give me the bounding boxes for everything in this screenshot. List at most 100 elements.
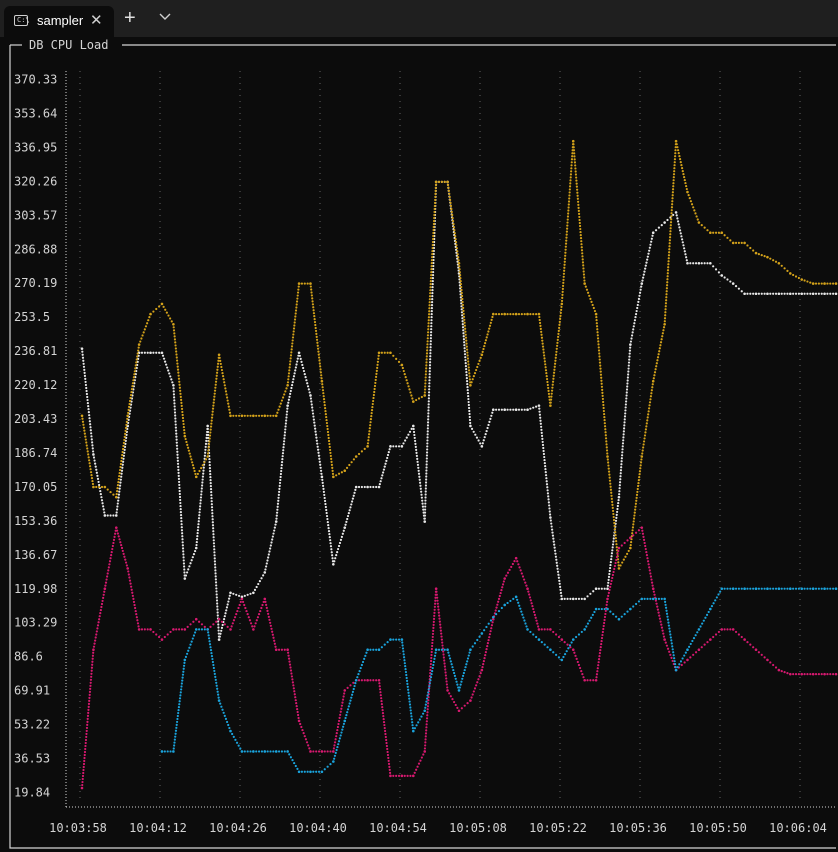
line-dot: [176, 362, 179, 365]
line-dot: [426, 445, 429, 448]
line-dot: [212, 536, 215, 539]
line-dot: [553, 543, 556, 546]
line-dot: [453, 674, 457, 677]
line-dot: [129, 582, 132, 585]
line-dot: [179, 507, 182, 511]
line-dot: [308, 747, 311, 750]
line-dot: [556, 341, 559, 344]
line-dot: [425, 355, 428, 358]
line-dot: [607, 591, 610, 594]
data-point: [377, 351, 381, 355]
new-tab-button[interactable]: +: [124, 6, 136, 30]
line-dot: [660, 597, 663, 600]
line-dot: [173, 338, 177, 341]
line-dot: [134, 606, 137, 610]
line-dot: [568, 185, 572, 188]
line-dot: [118, 538, 121, 541]
line-dot: [734, 630, 738, 634]
y-tick-label: 86.6: [14, 650, 43, 664]
line-dot: [397, 360, 401, 364]
line-dot: [212, 663, 215, 667]
chevron-down-icon[interactable]: [157, 9, 173, 25]
close-tab-button[interactable]: ✕: [90, 11, 103, 29]
line-dot: [774, 587, 778, 590]
line-dot: [128, 402, 131, 406]
line-dot: [829, 282, 832, 285]
line-dot: [660, 224, 663, 227]
line-dot: [794, 673, 798, 676]
line-dot: [83, 756, 86, 760]
line-dot: [350, 503, 353, 506]
line-dot: [649, 575, 653, 578]
line-dot: [402, 653, 405, 656]
line-dot: [172, 329, 176, 332]
line-dot: [200, 484, 204, 487]
line-dot: [616, 504, 619, 508]
line-dot: [595, 673, 599, 676]
line-dot: [546, 646, 549, 649]
line-dot: [597, 661, 600, 664]
line-dot: [86, 717, 89, 720]
data-point: [194, 475, 198, 479]
line-dot: [426, 708, 429, 711]
line-dot: [384, 735, 387, 739]
data-point: [297, 770, 301, 774]
line-dot: [484, 654, 487, 657]
line-dot: [723, 276, 726, 279]
data-point: [571, 139, 575, 143]
line-dot: [411, 724, 414, 727]
line-dot: [487, 622, 490, 625]
line-dot: [662, 329, 665, 332]
line-dot: [605, 600, 609, 603]
line-dot: [358, 669, 361, 673]
line-dot: [639, 467, 642, 470]
line-dot: [215, 587, 218, 590]
line-dot: [426, 421, 430, 424]
line-dot: [627, 373, 630, 376]
line-dot: [467, 403, 470, 407]
line-dot: [639, 288, 642, 291]
line-dot: [431, 298, 434, 301]
line-dot: [306, 385, 310, 388]
line-dot: [427, 394, 431, 397]
line-dot: [543, 628, 546, 631]
line-dot: [569, 173, 573, 176]
line-dot: [410, 718, 413, 721]
line-dot: [464, 333, 467, 336]
line-dot: [633, 319, 637, 322]
line-dot: [211, 521, 214, 524]
line-dot: [91, 657, 94, 660]
line-dot: [683, 178, 686, 182]
line-dot: [280, 399, 284, 402]
line-dot: [382, 717, 385, 721]
line-dot: [703, 262, 706, 265]
line-dot: [586, 291, 590, 294]
line-dot: [211, 410, 214, 413]
line-dot: [117, 477, 120, 481]
line-dot: [178, 486, 181, 490]
terminal-pane[interactable]: DB CPU Load 370.33 353.64 336.95 320.26 303.…: [0, 37, 838, 852]
line-dot: [600, 639, 603, 643]
data-point: [172, 628, 175, 631]
line-dot: [462, 315, 466, 318]
line-dot: [577, 212, 581, 216]
line-dot: [597, 607, 601, 611]
line-dot: [427, 400, 430, 403]
line-dot: [410, 394, 413, 397]
line-dot: [347, 705, 350, 708]
line-dot: [328, 536, 331, 539]
line-dot: [665, 293, 668, 296]
line-dot: [763, 292, 766, 295]
line-dot: [621, 561, 624, 564]
tab-sampler[interactable]: C:\ sampler ✕: [4, 6, 114, 37]
line-dot: [539, 327, 542, 330]
line-dot: [680, 663, 683, 667]
line-dot: [598, 358, 601, 361]
line-dot: [109, 490, 112, 494]
line-dot: [740, 635, 743, 639]
line-dot: [542, 452, 546, 456]
line-dot: [246, 613, 249, 616]
line-dot: [407, 688, 410, 691]
line-dot: [650, 392, 653, 395]
line-dot: [648, 566, 651, 569]
